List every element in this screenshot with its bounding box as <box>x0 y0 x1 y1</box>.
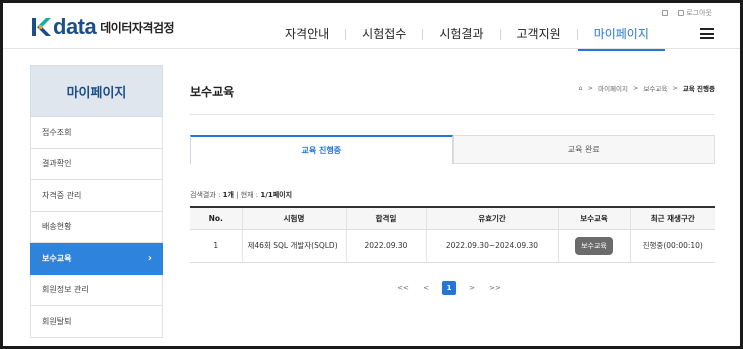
breadcrumb-sep: > <box>633 84 639 92</box>
prev-page-button[interactable]: < <box>419 281 433 295</box>
logo-wordmark: data <box>53 14 97 39</box>
page-number-current[interactable]: 1 <box>442 281 456 295</box>
logout-link[interactable]: 로그아웃 <box>678 8 712 18</box>
table-header-row: No. 시험명 합격일 유효기간 보수교육 최근 재생구간 <box>190 206 715 230</box>
tab-completed[interactable]: 교육 완료 <box>452 135 715 164</box>
education-button[interactable]: 보수교육 <box>575 236 613 255</box>
site-header: data 데이터자격검정 로그아웃 자격안내 시험접수 시험결과 고객지원 마이… <box>3 3 740 51</box>
logo-subtitle: 데이터자격검정 <box>100 20 175 35</box>
nav-item-apply[interactable]: 시험접수 <box>346 25 422 43</box>
chevron-right-icon: › <box>147 252 152 264</box>
cell-valid-period: 2022.09.30~2024.09.30 <box>425 229 558 263</box>
sidebar-item-certificates[interactable]: 자격증 관리 <box>30 180 163 212</box>
col-header-education: 보수교육 <box>557 206 630 230</box>
cell-education: 보수교육 <box>557 229 630 263</box>
first-page-button[interactable]: << <box>396 281 410 295</box>
home-icon[interactable]: ⌂ <box>579 84 583 92</box>
breadcrumb-item[interactable]: 마이페이지 <box>598 83 628 93</box>
col-header-last-play: 최근 재생구간 <box>629 206 715 230</box>
education-tabs: 교육 진행중 교육 완료 <box>190 135 715 164</box>
result-count: 검색결과 : 1개 | 현재 : 1/1페이지 <box>190 191 293 199</box>
sidebar: 마이페이지 접수조회 결과확인 자격증 관리 배송현황 보수교육 › 회원정보 관… <box>30 65 163 338</box>
page-title: 보수교육 <box>190 85 235 99</box>
cell-last-play: 진행중(00:00:10) <box>629 229 715 263</box>
site-logo[interactable]: data 데이터자격검정 <box>30 14 175 39</box>
pagination: << < 1 > >> <box>396 281 502 295</box>
main-content: 보수교육 ⌂ > 마이페이지 > 보수교육 > 교육 진행중 교육 진행중 교육… <box>190 65 715 295</box>
sidebar-item-continuing-education[interactable]: 보수교육 › <box>30 243 163 275</box>
breadcrumb-current: 교육 진행중 <box>682 85 715 93</box>
user-icon <box>662 10 669 16</box>
cell-pass-date: 2022.09.30 <box>345 229 426 263</box>
sidebar-item-results[interactable]: 결과확인 <box>30 148 163 180</box>
hamburger-menu-icon[interactable] <box>700 28 714 39</box>
education-table: No. 시험명 합격일 유효기간 보수교육 최근 재생구간 1 제46회 SQL… <box>190 206 715 263</box>
breadcrumb-item[interactable]: 보수교육 <box>643 83 667 93</box>
nav-item-result[interactable]: 시험결과 <box>423 25 499 43</box>
sidebar-item-withdraw[interactable]: 회원탈퇴 <box>30 306 163 338</box>
next-page-button[interactable]: > <box>465 281 479 295</box>
last-page-button[interactable]: >> <box>488 281 502 295</box>
utility-links: 로그아웃 <box>662 8 712 18</box>
col-header-exam: 시험명 <box>241 206 346 230</box>
tab-in-progress[interactable]: 교육 진행중 <box>190 135 453 164</box>
sidebar-title: 마이페이지 <box>30 65 163 117</box>
main-nav: 자격안내 시험접수 시험결과 고객지원 마이페이지 <box>269 25 666 51</box>
nav-item-guide[interactable]: 자격안내 <box>269 25 345 43</box>
util-link-user[interactable] <box>662 9 670 17</box>
breadcrumb-sep: > <box>587 84 594 92</box>
cell-exam: 제46회 SQL 개발자(SQLD) <box>241 229 346 263</box>
col-header-no: No. <box>190 206 242 230</box>
sidebar-item-applications[interactable]: 접수조회 <box>30 117 163 149</box>
breadcrumb: ⌂ > 마이페이지 > 보수교육 > 교육 진행중 <box>579 83 716 93</box>
cell-no: 1 <box>190 229 242 263</box>
nav-item-mypage[interactable]: 마이페이지 <box>577 25 666 51</box>
lock-icon <box>678 10 685 16</box>
col-header-pass-date: 합격일 <box>345 206 426 230</box>
page-frame: data 데이터자격검정 로그아웃 자격안내 시험접수 시험결과 고객지원 마이… <box>3 3 740 346</box>
sidebar-item-delivery[interactable]: 배송현황 <box>30 211 163 243</box>
k-logo-icon <box>30 16 52 38</box>
col-header-valid-period: 유효기간 <box>425 206 558 230</box>
sidebar-item-member-info[interactable]: 회원정보 관리 <box>30 274 163 306</box>
title-row: 보수교육 ⌂ > 마이페이지 > 보수교육 > 교육 진행중 <box>190 65 715 115</box>
nav-item-support[interactable]: 고객지원 <box>501 25 577 43</box>
breadcrumb-sep: > <box>672 84 678 92</box>
table-row: 1 제46회 SQL 개발자(SQLD) 2022.09.30 2022.09.… <box>190 229 715 263</box>
